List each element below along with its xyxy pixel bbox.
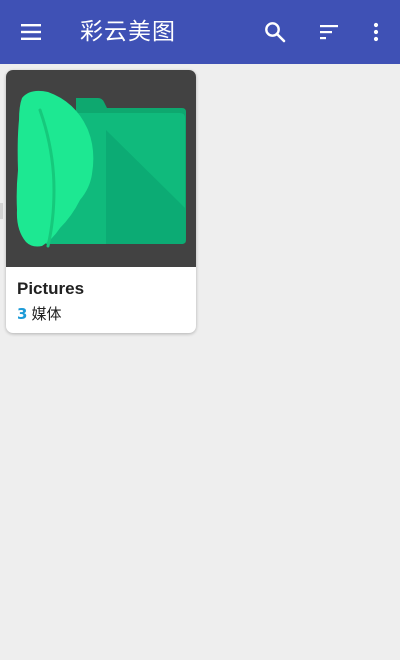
- menu-icon: [21, 24, 41, 40]
- album-media-count: 3 媒体: [17, 303, 61, 324]
- more-options-button[interactable]: [352, 8, 400, 56]
- album-card-pictures[interactable]: Pictures 3 媒体: [6, 70, 196, 333]
- album-thumbnail: [6, 70, 196, 267]
- menu-button[interactable]: [7, 8, 55, 56]
- app-bar: 彩云美图: [0, 0, 400, 64]
- feather-folder-icon: [16, 90, 186, 248]
- more-vert-icon: [373, 22, 379, 42]
- media-count-unit: 媒体: [31, 305, 62, 323]
- edge-scroll-indicator: [0, 203, 3, 219]
- search-button[interactable]: [251, 8, 299, 56]
- sort-button[interactable]: [305, 8, 353, 56]
- app-title: 彩云美图: [80, 19, 176, 45]
- media-count-number: 3: [17, 305, 28, 323]
- search-icon: [265, 22, 286, 43]
- sort-icon: [320, 25, 338, 40]
- album-name: Pictures: [17, 279, 85, 298]
